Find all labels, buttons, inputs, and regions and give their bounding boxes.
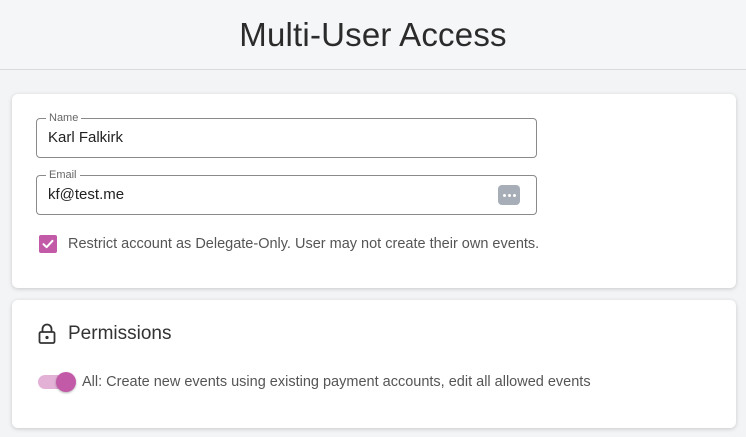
email-field[interactable]: Email kf@test.me [36, 169, 537, 215]
page-header: Multi-User Access [0, 0, 746, 70]
more-dots-icon[interactable] [498, 185, 520, 205]
checkmark-icon [42, 239, 54, 249]
page-title: Multi-User Access [239, 15, 507, 53]
permissions-title: Permissions [68, 323, 172, 344]
permissions-header: Permissions [38, 323, 171, 345]
user-details-card: Name Karl Falkirk Email kf@test.me Restr… [12, 94, 736, 288]
delegate-only-checkbox[interactable] [39, 235, 57, 253]
permission-all-label: All: Create new events using existing pa… [82, 374, 591, 390]
toggle-thumb[interactable] [56, 372, 76, 392]
delegate-only-label: Restrict account as Delegate-Only. User … [68, 236, 540, 252]
email-field-value[interactable]: kf@test.me [48, 176, 124, 214]
name-field-value[interactable]: Karl Falkirk [48, 119, 123, 157]
permissions-card: Permissions All: Create new events using… [12, 300, 736, 428]
lock-icon [38, 323, 56, 344]
name-field[interactable]: Name Karl Falkirk [36, 112, 537, 158]
permission-all-toggle[interactable] [38, 372, 76, 392]
delegate-only-option[interactable]: Restrict account as Delegate-Only. User … [39, 235, 539, 253]
permission-all-option[interactable]: All: Create new events using existing pa… [38, 372, 591, 392]
